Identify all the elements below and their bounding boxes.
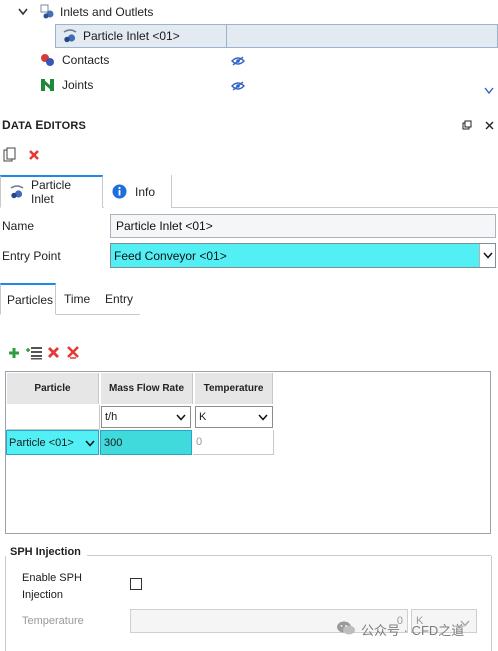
tab-label: Entry [105,292,134,306]
tab-label: Particle Inlet [31,178,72,206]
tree-item-label: Particle Inlet <01> [83,29,180,43]
table-cell-value: 0 [196,436,203,448]
unit-cell-empty [7,405,100,430]
label-line: Injection [22,589,63,601]
entry-point-label: Entry Point [2,249,61,263]
panel-title: DATA EDITORS [2,118,86,132]
tab-particles[interactable]: Particles [0,283,56,315]
wechat-icon [336,620,356,639]
particle-select[interactable]: Particle <01> [6,430,99,455]
mass-flow-cell[interactable]: 300 [100,430,192,455]
panel-title-part: E [35,118,44,132]
add-row-list-icon[interactable] [25,346,43,363]
contacts-icon [40,52,56,68]
tree-item-contacts[interactable]: Contacts [40,48,109,72]
particle-inlet-icon [62,28,78,47]
column-divider [226,25,227,47]
sph-temperature-label: Temperature [22,615,84,627]
copy-icon[interactable] [3,147,17,165]
table-cell-value: Particle <01> [9,436,74,449]
label-line: Enable SPH [22,572,82,584]
group-border [87,555,491,556]
panel-title-part: DITORS [43,120,87,132]
delete-icon[interactable] [47,346,60,362]
column-header[interactable]: Temperature [195,373,273,404]
temperature-cell[interactable]: 0 [193,430,274,455]
tree-item-inlets-outlets[interactable]: Inlets and Outlets [18,0,153,24]
float-window-icon[interactable] [462,119,472,133]
chevron-down-icon [176,412,186,424]
watermark-text: 公众号 · CFD之道 [361,623,465,638]
chevron-down-icon[interactable] [479,244,495,267]
watermark: 公众号 · CFD之道 [336,620,464,639]
tab-label: Info [135,184,156,199]
particles-table: Particle Mass Flow Rate Temperature t/h … [5,371,491,534]
tab-particle-inlet[interactable]: Particle Inlet [0,175,103,208]
info-icon [112,184,127,199]
tree-item-label: Joints [62,78,94,92]
delete-all-icon[interactable] [66,345,80,363]
table-cell-value: 300 [104,436,123,449]
panel-title-part: ATA [10,120,36,132]
hidden-eye-icon[interactable] [231,80,245,91]
chevron-down-icon [258,412,268,424]
name-label: Name [2,219,35,233]
joints-icon [40,77,56,93]
inlet-outlet-group-icon [40,4,56,20]
sph-injection-heading: SPH Injection [10,546,81,558]
tab-label: Time [64,292,91,306]
chevron-down-icon[interactable] [18,8,30,16]
model-tree: Inlets and Outlets Particle Inlet <01> C… [0,0,498,100]
particle-inlet-icon [9,184,25,200]
tree-item-particle-inlet[interactable]: Particle Inlet <01> [55,24,498,48]
name-value: Particle Inlet <01> [116,219,213,233]
delete-icon[interactable] [28,149,40,164]
column-header[interactable]: Mass Flow Rate [101,373,193,404]
entry-point-value: Feed Conveyor <01> [114,248,227,263]
chevron-down-icon [85,438,95,450]
mass-flow-unit-select[interactable]: t/h [101,406,191,428]
group-border [5,556,6,651]
tree-item-joints[interactable]: Joints [40,73,93,97]
unit-value: t/h [105,411,118,423]
tree-item-label: Inlets and Outlets [60,5,154,19]
tab-label: Particles [7,292,54,307]
close-icon[interactable] [485,119,494,133]
name-field[interactable]: Particle Inlet <01> [110,214,496,238]
column-header[interactable]: Particle [7,373,99,404]
tab-entry[interactable]: Entry [99,283,139,315]
entry-point-select[interactable]: Feed Conveyor <01> [110,243,496,268]
tree-item-label: Contacts [62,53,110,67]
panel-title-part: D [2,118,11,132]
scroll-down-icon[interactable] [484,84,494,98]
enable-sph-checkbox[interactable] [130,578,142,590]
unit-value: K [199,411,207,423]
add-icon[interactable] [8,347,20,362]
tab-time[interactable]: Time [58,283,96,315]
enable-sph-label: Enable SPH Injection [22,570,82,604]
temperature-unit-select[interactable]: K [195,406,273,428]
hidden-eye-icon[interactable] [231,55,245,66]
group-border [491,556,492,651]
tab-info[interactable]: Info [104,175,172,208]
